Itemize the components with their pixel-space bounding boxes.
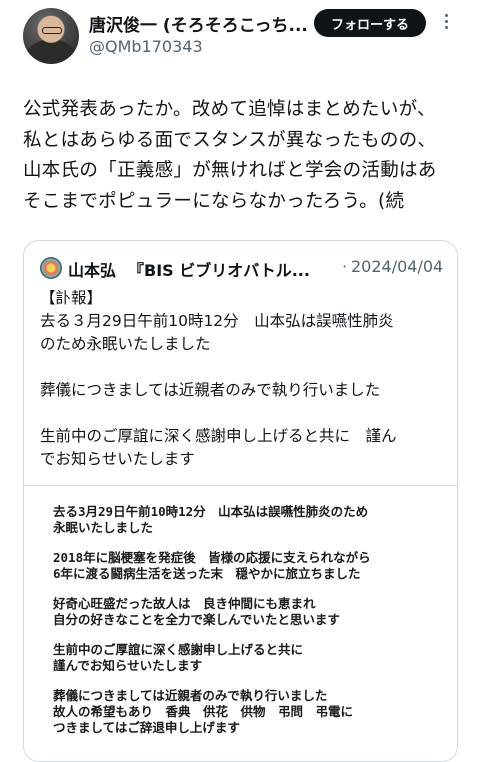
tweet-line: 私とはあらゆる面でスタンスが異なったものの、 bbox=[23, 129, 437, 151]
quoted-line: でお知らせいたします bbox=[40, 450, 195, 468]
paper-paragraph: 葬儀につきましては近親者のみで執り行いました 故人の希望もあり 香典 供花 供物… bbox=[53, 688, 453, 736]
tweet-text: 公式発表あったか。改めて追悼はまとめたいが、 私とはあらゆる面でスタンスが異なっ… bbox=[23, 95, 463, 217]
quoted-body: 【訃報】 去る３月29日午前10時12分 山本弘は誤嚥性肺炎 のため永眠いたしま… bbox=[40, 287, 445, 471]
quoted-display-name: 山本弘 bbox=[68, 261, 117, 280]
paper-line: 去る3月29日午前10時12分 山本弘は誤嚥性肺炎のため bbox=[53, 504, 369, 519]
display-name[interactable]: 唐沢俊一 (そろそろこっち... bbox=[89, 11, 309, 36]
paper-line: 好奇心旺盛だった故人は 良き仲間にも恵まれ bbox=[53, 596, 316, 611]
quoted-line: のため永眠いたしました bbox=[40, 335, 211, 353]
quoted-tweet[interactable]: 山本弘 『BIS ビブリオバトル... · 2024/04/04 【訃報】 去る… bbox=[23, 240, 458, 762]
paper-line: 故人の希望もあり 香典 供花 供物 弔問 弔電に bbox=[53, 704, 354, 719]
more-vertical-icon[interactable] bbox=[436, 8, 456, 34]
quoted-line: 生前中のご厚誼に深く感謝申し上げると共に 謹ん bbox=[40, 427, 397, 445]
quoted-tweet-header: 山本弘 『BIS ビブリオバトル... · 2024/04/04 bbox=[40, 257, 450, 280]
quoted-line: 去る３月29日午前10時12分 山本弘は誤嚥性肺炎 bbox=[40, 312, 394, 330]
quoted-date: 2024/04/04 bbox=[351, 257, 444, 276]
glasses-shape bbox=[42, 27, 62, 34]
avatar[interactable] bbox=[23, 8, 79, 64]
paper-line: 生前中のご厚誼に深く感謝申し上げると共に bbox=[53, 642, 304, 657]
quoted-line-blank bbox=[40, 356, 445, 379]
paper-paragraph: 2018年に脳梗塞を発症後 皆様の応援に支えられながら 6年に渡る闘病生活を送っ… bbox=[53, 550, 453, 582]
follow-button[interactable]: フォローする bbox=[314, 9, 426, 37]
paper-paragraph: 去る3月29日午前10時12分 山本弘は誤嚥性肺炎のため 永眠いたしました bbox=[53, 504, 453, 536]
tweet-line: 公式発表あったか。改めて追悼はまとめたいが、 bbox=[23, 99, 436, 120]
quoted-avatar bbox=[40, 257, 62, 279]
paper-line: つきましてはご辞退申し上げます bbox=[53, 720, 240, 735]
paper-line: 2018年に脳梗塞を発症後 皆様の応援に支えられながら bbox=[53, 550, 371, 565]
quoted-handle: 『BIS ビブリオバトル... bbox=[128, 261, 310, 280]
quoted-line-blank bbox=[40, 402, 445, 425]
paper-line: 6年に渡る闘病生活を送った末 穏やかに旅立ちました bbox=[53, 566, 361, 581]
user-handle[interactable]: @QMb170343 bbox=[89, 37, 203, 56]
paper-line: 葬儀につきましては近親者のみで執り行いました bbox=[53, 688, 328, 703]
quoted-line: 葬儀につきましては近親者のみで執り行いました bbox=[40, 381, 381, 399]
quoted-line: 【訃報】 bbox=[40, 289, 103, 307]
paper-line: 謹んでお知らせいたします bbox=[53, 658, 203, 673]
tweet-line: そこまでポピュラーにならなかったろう。(続 bbox=[23, 190, 405, 212]
announcement-paper: 去る3月29日午前10時12分 山本弘は誤嚥性肺炎のため 永眠いたしました 20… bbox=[53, 504, 453, 750]
separator-dot: · bbox=[342, 257, 348, 276]
paper-line: 永眠いたしました bbox=[53, 520, 154, 535]
paper-paragraph: 好奇心旺盛だった故人は 良き仲間にも恵まれ 自分の好きなことを全力で楽しんでいた… bbox=[53, 596, 453, 628]
tweet-header: 唐沢俊一 (そろそろこっち... @QMb170343 フォローする bbox=[0, 0, 480, 80]
paper-line: 自分の好きなことを全力で楽しんでいたと思います bbox=[53, 612, 340, 627]
attached-image[interactable]: 去る3月29日午前10時12分 山本弘は誤嚥性肺炎のため 永眠いたしました 20… bbox=[24, 485, 457, 761]
paper-paragraph: 生前中のご厚誼に深く感謝申し上げると共に 謹んでお知らせいたします bbox=[53, 642, 453, 674]
tweet-line: 山本氏の「正義感」が無ければと学会の活動はあ bbox=[23, 160, 437, 181]
